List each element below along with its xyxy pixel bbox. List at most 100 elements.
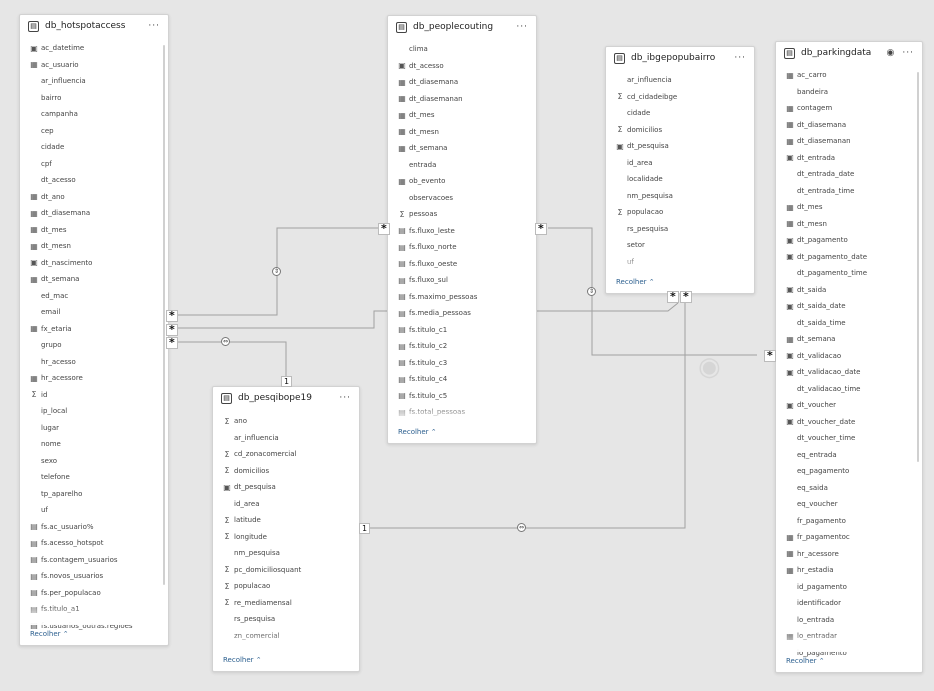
eye-icon[interactable]: ◉ <box>887 48 895 58</box>
table-card-header[interactable]: ▤ db_hotspotaccess ··· <box>20 15 168 37</box>
field-row[interactable]: observacoes <box>388 190 536 207</box>
field-row[interactable]: fr_pagamento <box>776 513 922 530</box>
table-card-hotspot[interactable]: ▤ db_hotspotaccess ··· ▣ ac_datetime ▦ ac_usua… <box>19 14 169 646</box>
collapse-link[interactable]: Recolher ⌃ <box>223 656 262 664</box>
one-marker[interactable]: 1 <box>359 523 371 534</box>
field-row[interactable]: id_area <box>606 155 754 172</box>
field-row[interactable]: ▦ dt_mes <box>388 107 536 124</box>
field-row[interactable]: nm_pesquisa <box>213 545 359 562</box>
field-row[interactable]: ▣ dt_pesquisa <box>606 138 754 155</box>
field-row[interactable]: Σpopulacao <box>213 578 359 595</box>
table-card-ibope[interactable]: ▤ db_pesqibope19 ··· Σano ar_influencia Σcd_z… <box>212 386 360 672</box>
field-row[interactable]: cpf <box>20 156 168 173</box>
field-row[interactable]: grupo <box>20 337 168 354</box>
field-row[interactable]: Σcd_cidadeibge <box>606 89 754 106</box>
field-row[interactable]: ▦ ac_carro <box>776 67 922 84</box>
many-marker[interactable]: * <box>166 324 178 336</box>
field-row[interactable]: clima <box>388 41 536 58</box>
field-row[interactable]: uf <box>20 502 168 519</box>
field-row[interactable]: nm_pesquisa <box>606 188 754 205</box>
field-row[interactable]: ▤ fs.per_populacao <box>20 585 168 602</box>
field-row[interactable]: ▦ dt_diasemana <box>388 74 536 91</box>
table-card-header[interactable]: ▤ db_peoplecouting ··· <box>388 16 536 38</box>
field-row[interactable]: ▦ dt_mes <box>776 199 922 216</box>
field-row[interactable]: cep <box>20 123 168 140</box>
field-row[interactable]: Σano <box>213 413 359 430</box>
field-row[interactable]: ▣ dt_voucher <box>776 397 922 414</box>
field-row[interactable]: ▦ dt_mesn <box>388 124 536 141</box>
field-row[interactable]: ▦ dt_semana <box>388 140 536 157</box>
field-row[interactable]: ▦ dt_semana <box>20 271 168 288</box>
field-row[interactable]: ▦ dt_mesn <box>776 216 922 233</box>
field-row[interactable]: eq_saida <box>776 480 922 497</box>
field-row[interactable]: ▦ dt_diasemana <box>776 117 922 134</box>
many-marker[interactable]: * <box>535 223 547 235</box>
field-row[interactable]: eq_pagamento <box>776 463 922 480</box>
field-row[interactable]: eq_entrada <box>776 447 922 464</box>
field-row[interactable]: ▤ fs.ac_usuario% <box>20 519 168 536</box>
field-row[interactable]: ▦ dt_diasemanan <box>776 133 922 150</box>
field-row[interactable]: ar_influencia <box>213 430 359 447</box>
field-row[interactable]: dt_entrada_time <box>776 183 922 200</box>
filter-direction-icon[interactable]: ⇔ <box>221 337 230 346</box>
field-row[interactable]: ▤ fs.titulo_c4 <box>388 371 536 388</box>
field-row[interactable]: ▦ ac_usuario <box>20 57 168 74</box>
field-row[interactable]: ▤ fs.fluxo_norte <box>388 239 536 256</box>
field-row[interactable]: ▦ fx_etaria <box>20 321 168 338</box>
field-row[interactable]: ▣ dt_saida <box>776 282 922 299</box>
field-row[interactable]: ▤ fs.titulo_c3 <box>388 355 536 372</box>
field-row[interactable]: ▤ fs.fluxo_oeste <box>388 256 536 273</box>
field-row[interactable]: ▦ fr_pagamentoc <box>776 529 922 546</box>
field-row[interactable]: ▤ fs.fluxo_sul <box>388 272 536 289</box>
more-options-button[interactable]: ··· <box>902 48 914 58</box>
field-row[interactable]: ▤ fs.acesso_hotspot <box>20 535 168 552</box>
collapse-link[interactable]: Recolher ⌃ <box>398 428 437 436</box>
field-row[interactable]: Σpessoas <box>388 206 536 223</box>
field-row[interactable]: ▤ fs.titulo_c5 <box>388 388 536 405</box>
field-row[interactable]: Σpopulacao <box>606 204 754 221</box>
field-row[interactable]: email <box>20 304 168 321</box>
field-row[interactable]: Σlongitude <box>213 529 359 546</box>
more-options-button[interactable]: ··· <box>339 393 351 403</box>
field-row[interactable]: ▤ fs.maximo_pessoas <box>388 289 536 306</box>
field-row[interactable]: ▣ dt_validacao_date <box>776 364 922 381</box>
field-row[interactable]: Σdomicilios <box>213 463 359 480</box>
field-row[interactable]: ▣ dt_pagamento <box>776 232 922 249</box>
field-row[interactable]: ▤ fs.titulo_c1 <box>388 322 536 339</box>
field-row[interactable]: ▦ hr_acessore <box>776 546 922 563</box>
field-row[interactable]: id_area <box>213 496 359 513</box>
field-row[interactable]: ar_influencia <box>20 73 168 90</box>
field-row[interactable]: ▣ dt_acesso <box>388 58 536 75</box>
field-row[interactable]: ▦ ob_evento <box>388 173 536 190</box>
table-card-ibge[interactable]: ▤ db_ibgepopubairro ··· ar_influencia Σcd_ci… <box>605 46 755 294</box>
field-row[interactable]: Σid <box>20 387 168 404</box>
field-row[interactable]: nome <box>20 436 168 453</box>
filter-direction-icon[interactable]: ⇕ <box>587 287 596 296</box>
field-row[interactable]: ▤ fs.novos_usuarios <box>20 568 168 585</box>
scrollbar[interactable] <box>163 45 165 585</box>
field-row[interactable]: dt_entrada_date <box>776 166 922 183</box>
field-row[interactable]: ▦ dt_diasemanan <box>388 91 536 108</box>
filter-direction-icon[interactable]: ⇔ <box>517 523 526 532</box>
more-options-button[interactable]: ··· <box>148 21 160 31</box>
field-row[interactable]: Σdomicilios <box>606 122 754 139</box>
filter-direction-icon[interactable]: ⇕ <box>272 267 281 276</box>
many-marker[interactable]: * <box>166 337 178 349</box>
field-row[interactable]: ▣ dt_pagamento_date <box>776 249 922 266</box>
field-row[interactable]: dt_voucher_time <box>776 430 922 447</box>
scrollbar[interactable] <box>917 72 919 462</box>
collapse-link[interactable]: Recolher ⌃ <box>786 657 825 665</box>
many-marker[interactable]: * <box>166 310 178 322</box>
field-row[interactable]: rs_pesquisa <box>606 221 754 238</box>
field-row[interactable]: eq_voucher <box>776 496 922 513</box>
collapse-link[interactable]: Recolher ⌃ <box>30 630 69 638</box>
field-row[interactable]: ▤ fs.media_pessoas <box>388 305 536 322</box>
field-row[interactable]: ▦ dt_mes <box>20 222 168 239</box>
field-row[interactable]: rs_pesquisa <box>213 611 359 628</box>
field-row[interactable]: bairro <box>20 90 168 107</box>
many-marker[interactable]: * <box>378 223 390 235</box>
field-row[interactable]: dt_validacao_time <box>776 381 922 398</box>
field-row[interactable]: cidade <box>20 139 168 156</box>
field-row[interactable]: ▤ fs.fluxo_leste <box>388 223 536 240</box>
table-card-header[interactable]: ▤ db_ibgepopubairro ··· <box>606 47 754 69</box>
